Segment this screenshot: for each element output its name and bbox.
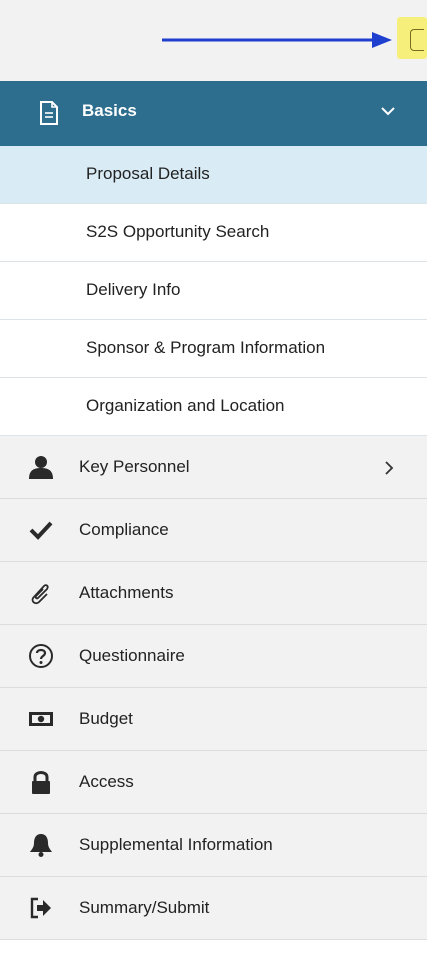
subnav-item-delivery-info[interactable]: Delivery Info [0,262,427,320]
subnav-item-label: Proposal Details [86,164,210,183]
nav-item-compliance[interactable]: Compliance [0,499,427,562]
paperclip-icon [31,584,49,605]
nav-item-summary-submit[interactable]: Summary/Submit [0,877,427,940]
subnav-item-label: Sponsor & Program Information [86,338,326,357]
check-icon [29,521,53,540]
subnav-item-s2s-opportunity-search[interactable]: S2S Opportunity Search [0,204,427,262]
sidebar-bottom-strip [0,940,427,952]
nav-item-label: Key Personnel [79,457,190,476]
subnav-item-label: Organization and Location [86,396,285,415]
annotation-arrow-icon [162,32,392,48]
collapse-toggle-icon [410,29,424,51]
document-icon [40,101,58,125]
bell-icon [30,834,52,857]
nav-item-supplemental-information[interactable]: Supplemental Information [0,814,427,877]
top-toolbar-area [0,0,427,81]
proposal-sidebar-nav: Basics Proposal Details S2S Opportunity … [0,81,427,953]
nav-item-budget[interactable]: Budget [0,688,427,751]
nav-item-label: Questionnaire [79,646,185,665]
nav-item-questionnaire[interactable]: Questionnaire [0,625,427,688]
subnav-item-proposal-details[interactable]: Proposal Details [0,146,427,204]
nav-item-label: Compliance [79,520,169,539]
nav-item-key-personnel[interactable]: Key Personnel [0,436,427,499]
nav-item-label: Attachments [79,583,174,602]
highlighted-toggle-button[interactable] [397,17,427,59]
basics-section-header[interactable]: Basics [0,81,427,146]
nav-item-access[interactable]: Access [0,751,427,814]
chevron-down-icon [381,107,395,116]
nav-item-label: Access [79,772,134,791]
question-circle-icon [29,644,53,668]
nav-item-label: Budget [79,709,133,728]
nav-item-label: Summary/Submit [79,898,210,917]
nav-item-label: Supplemental Information [79,835,273,854]
lock-icon [32,771,50,794]
money-icon [29,712,53,726]
chevron-right-icon [385,461,394,475]
nav-item-attachments[interactable]: Attachments [0,562,427,625]
subnav-item-label: S2S Opportunity Search [86,222,270,241]
user-icon [29,456,53,479]
subnav-item-sponsor-program-information[interactable]: Sponsor & Program Information [0,320,427,378]
basics-section-title: Basics [82,101,137,120]
subnav-item-organization-location[interactable]: Organization and Location [0,378,427,436]
sign-in-icon [30,897,51,919]
subnav-item-label: Delivery Info [86,280,181,299]
